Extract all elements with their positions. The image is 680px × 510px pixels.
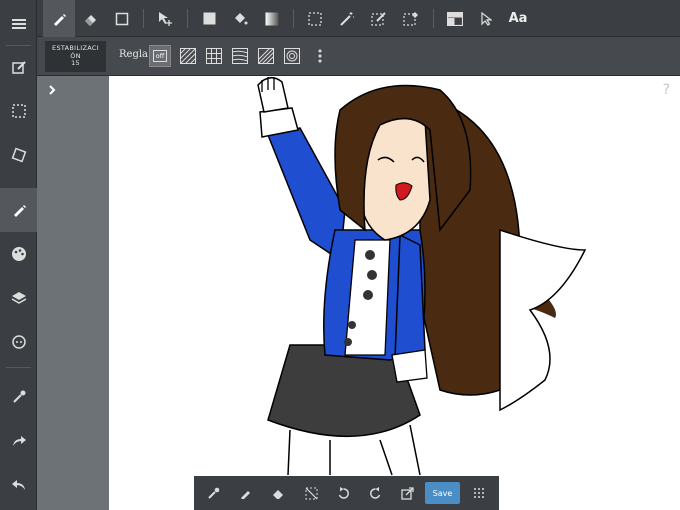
ruler-curve-icon[interactable]: [229, 45, 251, 67]
eraser-icon[interactable]: [74, 0, 106, 37]
ruler-circle-icon[interactable]: [281, 45, 303, 67]
stabilizer-value: 15: [71, 59, 80, 67]
select-rect-icon[interactable]: [299, 0, 331, 37]
toolbar-divider: [143, 9, 144, 28]
sub-toolbar: ESTABILIZACI ÓN 15 Regla off: [37, 37, 680, 76]
edit-icon[interactable]: [0, 48, 37, 86]
rail-divider: [6, 367, 31, 368]
text-icon[interactable]: Aa: [502, 0, 534, 37]
drawing-canvas[interactable]: ?: [109, 76, 680, 510]
rotate-left-icon[interactable]: [329, 476, 357, 510]
layers-icon[interactable]: [0, 279, 37, 317]
shape-rect-icon[interactable]: [106, 0, 138, 37]
pointer-icon[interactable]: [470, 0, 502, 37]
eyedropper-icon[interactable]: [0, 378, 37, 416]
transform-icon[interactable]: [0, 136, 37, 174]
move-icon[interactable]: [149, 0, 181, 37]
character-illustration: [257, 76, 587, 476]
bucket-icon[interactable]: [224, 0, 256, 37]
bottom-toolbar: Save: [194, 476, 499, 510]
more-options-icon[interactable]: [309, 45, 331, 67]
ruler-perspective-icon[interactable]: [255, 45, 277, 67]
bottom-eraser-icon[interactable]: [264, 476, 292, 510]
stabilizer-button[interactable]: ESTABILIZACI ÓN 15: [45, 41, 106, 72]
save-button[interactable]: Save: [425, 482, 460, 504]
select-erase-icon[interactable]: [395, 0, 427, 37]
bottom-eyedropper-icon[interactable]: [200, 476, 228, 510]
menu-icon[interactable]: [0, 5, 37, 43]
grid-icon[interactable]: [465, 476, 493, 510]
bottom-pen-icon[interactable]: [232, 476, 260, 510]
ruler-off-button[interactable]: off: [149, 45, 171, 67]
layout-icon[interactable]: [439, 0, 471, 37]
fill-rect-icon[interactable]: [193, 0, 225, 37]
rotate-right-icon[interactable]: [361, 476, 389, 510]
export-icon[interactable]: [393, 476, 421, 510]
select-icon[interactable]: [0, 92, 37, 130]
pen-icon[interactable]: [0, 188, 37, 232]
layer-panel-strip: [37, 76, 109, 510]
palette-icon[interactable]: [0, 235, 37, 273]
magic-wand-icon[interactable]: [331, 0, 363, 37]
left-rail: [0, 0, 37, 510]
ruler-label: Regla: [119, 49, 149, 60]
rail-divider: [6, 45, 31, 46]
undo-icon[interactable]: [0, 466, 37, 504]
redo-icon[interactable]: [0, 422, 37, 460]
ruler-grid-icon[interactable]: [203, 45, 225, 67]
toolbar-divider: [293, 9, 294, 28]
top-toolbar: Aa: [37, 0, 680, 37]
pen-tool-icon[interactable]: [43, 0, 75, 37]
gradient-icon[interactable]: [256, 0, 288, 37]
help-icon[interactable]: ?: [663, 82, 670, 98]
material-icon[interactable]: [0, 323, 37, 361]
select-pen-icon[interactable]: [363, 0, 395, 37]
ruler-parallel-icon[interactable]: [177, 45, 199, 67]
deselect-icon[interactable]: [297, 476, 325, 510]
chevron-right-icon[interactable]: [47, 84, 57, 96]
ruler-off-label: off: [152, 50, 168, 62]
toolbar-divider: [187, 9, 188, 28]
toolbar-divider: [433, 9, 434, 28]
app-window: Aa ESTABILIZACI ÓN 15 Regla off ? Save: [0, 0, 680, 510]
